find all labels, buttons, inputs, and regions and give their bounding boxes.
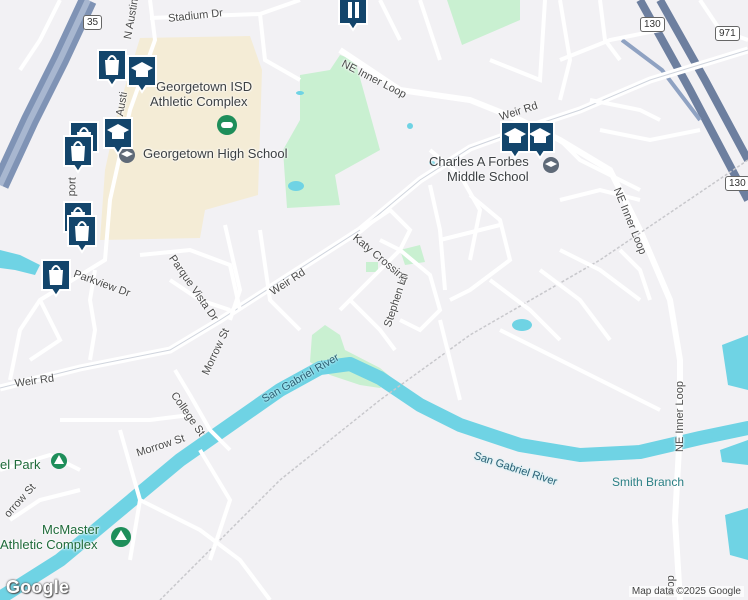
lake-right-2 (720, 440, 748, 465)
poi-label-georgetown-high[interactable]: Georgetown High School (143, 146, 288, 161)
poi-label-mcmaster-line2[interactable]: Athletic Complex (0, 537, 98, 552)
shopping-bag-icon[interactable] (66, 214, 98, 254)
poi-label-mcmaster-line1[interactable]: McMaster (42, 522, 99, 537)
park-tree-icon[interactable] (50, 452, 68, 470)
street-label-ne-inner-loop-lower: NE Inner Loop (674, 381, 686, 452)
pond-2 (296, 91, 304, 95)
map-canvas[interactable]: 35 130 130 971 Stadium Dr N Austin Austi… (0, 0, 748, 600)
lake-right-3 (725, 508, 748, 560)
map-data-attribution[interactable]: Map data ©2025 Google (628, 586, 744, 597)
i35-shield: 35 (83, 15, 103, 30)
poi-label-park[interactable]: el Park (0, 457, 40, 472)
pond-1 (288, 181, 304, 191)
lake-right-1 (722, 335, 748, 390)
shopping-bag-icon[interactable] (62, 134, 94, 174)
pond-5 (512, 319, 532, 331)
poi-label-forbes-line2[interactable]: Middle School (447, 169, 529, 184)
pond-3 (407, 123, 413, 129)
park-top-right (447, 0, 520, 45)
google-logo: Google (6, 577, 70, 597)
creek-label-smith-branch: Smith Branch (612, 475, 685, 489)
poi-label-gisd-athletic-line1[interactable]: Georgetown ISD (156, 79, 252, 94)
transit-marker[interactable] (337, 0, 369, 34)
fm971-shield: 971 (715, 26, 740, 41)
sh130-shield-top: 130 (640, 17, 665, 32)
graduation-cap-icon[interactable] (499, 120, 531, 160)
sh130-shield-right: 130 (725, 176, 748, 191)
street-label-port: port (66, 177, 79, 197)
map-base-layer (0, 0, 748, 600)
graduation-cap-icon[interactable] (102, 116, 134, 156)
graduation-cap-icon[interactable] (126, 54, 158, 94)
stadium-icon[interactable] (216, 114, 238, 136)
park-tree-icon-mcmaster[interactable] (110, 526, 132, 548)
lake-left (0, 250, 40, 275)
poi-label-gisd-athletic-line2[interactable]: Athletic Complex (150, 94, 248, 109)
shopping-bag-icon[interactable] (96, 48, 128, 88)
shopping-bag-icon[interactable] (40, 258, 72, 298)
